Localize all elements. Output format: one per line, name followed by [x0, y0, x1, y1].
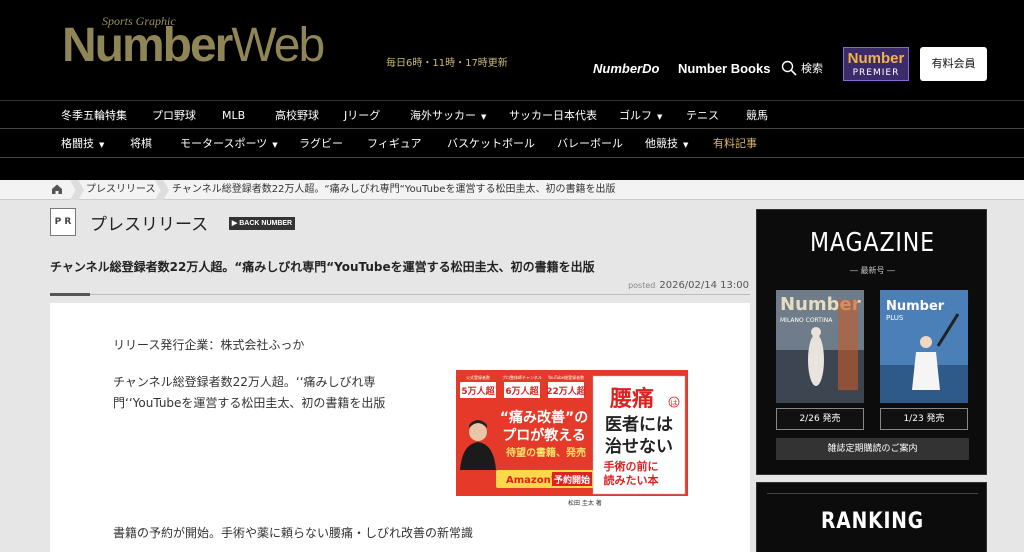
svg-text:読みたい本: 読みたい本: [604, 473, 659, 487]
number-books-link[interactable]: Number Books: [678, 61, 770, 76]
svg-text:腰痛: 腰痛: [609, 386, 654, 412]
svg-text:医者には: 医者には: [605, 414, 673, 435]
category-nav: 冬季五輪特集 プロ野球 MLB 高校野球 Jリーグ 海外サッカー ▼ サッカー日本…: [0, 100, 1024, 180]
nav-item-martial-arts[interactable]: 格闘技 ▼: [61, 129, 104, 158]
svg-text:待望の書籍、発売: 待望の書籍、発売: [506, 446, 586, 459]
nav-item-horse-racing[interactable]: 競馬: [746, 101, 768, 130]
search-icon: [781, 60, 797, 76]
paid-member-button[interactable]: 有料会員: [920, 47, 987, 81]
article-lead: チャンネル総登録者数22万人超。‘‘痛みしびれ専門‘‘YouTubeを運営する松…: [113, 375, 386, 410]
nav-item-volleyball[interactable]: バレーボール: [557, 129, 623, 158]
breadcrumb-current: チャンネル総登録者数22万人超。“痛みしびれ専門“YouTubeを運営する松田圭…: [172, 184, 616, 195]
svg-text:予約開始: 予約開始: [554, 474, 590, 486]
svg-text:松田 圭太 著: 松田 圭太 著: [568, 499, 602, 507]
ranking-divider: [767, 493, 978, 494]
svg-text:5万人超: 5万人超: [461, 385, 495, 397]
number-premier-button[interactable]: Number PREMIER: [843, 47, 909, 81]
nav-item-golf[interactable]: ゴルフ ▼: [619, 101, 662, 130]
nav-item-pro-baseball[interactable]: プロ野球: [152, 101, 196, 130]
svg-text:“痛み改善”の: “痛み改善”の: [500, 409, 588, 426]
nav-item-overseas-soccer[interactable]: 海外サッカー ▼: [410, 101, 486, 130]
nav-row-1: 冬季五輪特集 プロ野球 MLB 高校野球 Jリーグ 海外サッカー ▼ サッカー日本…: [0, 100, 1024, 129]
nav-item-high-school-baseball[interactable]: 高校野球: [275, 101, 319, 130]
numberweb-logo[interactable]: Sports Graphic NumberWeb: [62, 14, 382, 84]
chevron-down-icon: ▼: [99, 141, 105, 149]
breadcrumb-separator: [155, 180, 169, 200]
magazine-cover-latest[interactable]: Number MILANO CORTINA: [776, 290, 864, 403]
logo-wordmark: NumberWeb: [62, 19, 325, 72]
article-paragraph: 書籍の予約が開始。手術や薬に頼らない腰痛・しびれ改善の新常識: [113, 526, 474, 540]
nav-item-winter-olympics[interactable]: 冬季五輪特集: [61, 101, 127, 130]
chevron-down-icon: ▼: [657, 113, 663, 121]
chevron-down-icon: ▼: [481, 113, 487, 121]
back-number-button[interactable]: ▶ BACK NUMBER: [229, 217, 295, 230]
nav-item-tennis[interactable]: テニス: [686, 101, 719, 130]
nav-item-paid-articles[interactable]: 有料記事: [713, 129, 757, 158]
press-release-icon: P R: [50, 208, 76, 236]
issue-date-button[interactable]: 1/23 発売: [880, 408, 968, 430]
update-schedule: 毎日6時・11時・17時更新: [386, 58, 508, 69]
svg-text:MILANO CORTINA: MILANO CORTINA: [780, 317, 833, 324]
nav-item-shogi[interactable]: 将棋: [130, 129, 152, 158]
search-button[interactable]: 検索: [781, 60, 823, 76]
svg-text:プロ整体師チャンネル: プロ整体師チャンネル: [502, 374, 542, 380]
nav-item-figure-skating[interactable]: フィギュア: [367, 129, 422, 158]
breadcrumb-press-release[interactable]: プレスリリース: [86, 180, 156, 200]
svg-text:公式登録者数: 公式登録者数: [466, 374, 490, 380]
section-title: プレスリリース: [90, 215, 209, 235]
svg-text:YouTube総登録者数: YouTube総登録者数: [547, 374, 584, 380]
magazine-subtitle: ― 最新号 ―: [849, 266, 896, 275]
nav-item-other-sports[interactable]: 他競技 ▼: [645, 129, 688, 158]
company-line: リリース発行企業：株式会社ふっか: [113, 338, 305, 352]
nav-item-japan-national-soccer[interactable]: サッカー日本代表: [509, 101, 597, 130]
magazine-cover-previous[interactable]: Number PLUS: [880, 290, 968, 403]
breadcrumb-separator: [70, 180, 84, 200]
premier-label: PREMIER: [852, 68, 900, 78]
article-headline: チャンネル総登録者数22万人超。“痛みしびれ専門“YouTubeを運営する松田圭…: [50, 260, 595, 274]
chevron-down-icon: ▼: [683, 141, 689, 149]
premier-brand: Number: [847, 50, 905, 67]
ranking-title: RANKING: [821, 509, 924, 534]
svg-text:治せない: 治せない: [605, 436, 673, 457]
search-label: 検索: [801, 62, 823, 75]
nav-row-2: 格闘技 ▼ 将棋 モータースポーツ ▼ ラグビー フィギュア バスケットボール バレ…: [0, 129, 1024, 158]
headline-divider: [50, 294, 750, 295]
book-promo-image: 公式登録者数 プロ整体師チャンネル YouTube総登録者数 5万人超 6万人超…: [456, 370, 688, 508]
svg-text:6万人超: 6万人超: [505, 385, 539, 397]
chevron-down-icon: ▼: [272, 141, 278, 149]
nav-item-motorsports[interactable]: モータースポーツ ▼: [180, 129, 278, 158]
ranking-widget: RANKING: [756, 482, 987, 552]
number-do-link[interactable]: NumberDo: [593, 61, 659, 76]
magazine-widget: MAGAZINE ― 最新号 ― Number MILANO CORTINA N…: [756, 209, 987, 475]
issue-date-button[interactable]: 2/26 発売: [776, 408, 864, 430]
nav-item-rugby[interactable]: ラグビー: [299, 129, 343, 158]
headline-divider-accent: [50, 293, 90, 296]
site-header: Sports Graphic NumberWeb 毎日6時・11時・17時更新 …: [0, 0, 1024, 100]
svg-text:手術の前に: 手術の前に: [604, 459, 659, 473]
svg-text:は: は: [671, 399, 678, 407]
svg-text:22万人超: 22万人超: [546, 385, 587, 397]
home-icon[interactable]: [50, 182, 64, 196]
nav-item-j-league[interactable]: Jリーグ: [344, 101, 380, 130]
breadcrumb: プレスリリース チャンネル総登録者数22万人超。“痛みしびれ専門“YouTube…: [0, 180, 1024, 200]
svg-text:Number: Number: [886, 299, 945, 314]
subscription-button[interactable]: 雑誌定期購読のご案内: [776, 438, 969, 460]
svg-text:プロが教える: プロが教える: [502, 427, 586, 444]
posted-date: posted 2026/02/14 13:00: [628, 280, 749, 291]
article-body: リリース発行企業：株式会社ふっか チャンネル総登録者数22万人超。‘‘痛みしびれ…: [50, 303, 750, 552]
svg-text:PLUS: PLUS: [886, 314, 904, 322]
magazine-title: MAGAZINE: [809, 228, 936, 258]
nav-item-basketball[interactable]: バスケットボール: [447, 129, 535, 158]
nav-item-mlb[interactable]: MLB: [222, 101, 245, 130]
